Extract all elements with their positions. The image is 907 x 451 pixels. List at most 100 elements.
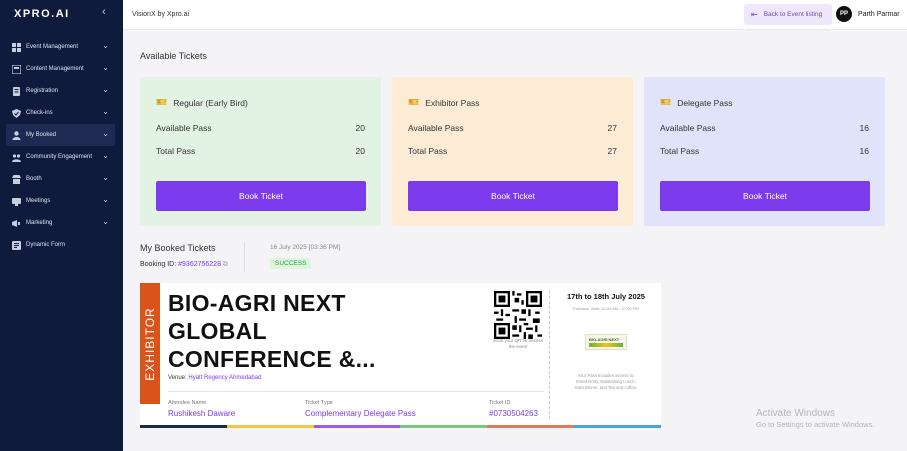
ticket-icon: 🎫 [408, 97, 420, 107]
logout-icon: ⇤ [751, 10, 758, 19]
chevron-down-icon: ⌄ [102, 85, 109, 94]
available-row: Available Pass 20 [156, 123, 365, 133]
total-label: Total Pass [660, 146, 700, 156]
card-title: Exhibitor Pass [425, 97, 480, 108]
chevron-down-icon: ⌄ [102, 129, 109, 138]
venue: Venue: Hyatt Regency Ahmedabad [168, 375, 261, 381]
qr-code [494, 291, 542, 339]
chevron-down-icon: ⌄ [102, 63, 109, 72]
ticket-id-value: #0730504263 [489, 409, 538, 418]
entrance-valid: Entrance Valid: 10:00 AM - 07:00 PM [573, 306, 639, 311]
sidebar-item-registration[interactable]: Registration ⌄ [0, 80, 123, 102]
total-count: 27 [607, 146, 617, 156]
chevron-down-icon: ⌄ [102, 41, 109, 50]
total-label: Total Pass [408, 146, 448, 156]
my-booked-tickets-title: My Booked Tickets [140, 243, 216, 253]
available-label: Available Pass [660, 123, 716, 133]
booth-icon [12, 174, 21, 184]
content-icon [12, 64, 21, 74]
event-logo-text: BIO-AGRI NEXT [589, 337, 620, 342]
card-title: Regular (Early Bird) [173, 97, 248, 108]
available-count: 16 [859, 123, 869, 133]
event-name-line: BIO-AGRI NEXT [168, 290, 346, 316]
event-name-line: GLOBAL [168, 318, 267, 344]
color-stripe [140, 425, 661, 428]
app-logo: XPRO.AI [14, 8, 70, 20]
available-row: Available Pass 16 [660, 123, 869, 133]
available-count: 20 [355, 123, 365, 133]
booking-id: Booking ID: #9362756228 ⧉ [140, 261, 228, 269]
pass-description: Your Pass includes access to: Event Entr… [574, 373, 638, 390]
sidebar-item-label: Check-ins [26, 110, 53, 116]
booking-date: 16 July 2025 [03:36 PM] [270, 244, 341, 251]
ticket-icon: 🎫 [660, 97, 672, 107]
megaphone-icon [12, 219, 21, 228]
chevron-left-icon[interactable]: ‹ [102, 6, 106, 18]
sidebar-nav: Event Management ⌄ Content Management ⌄ … [0, 36, 123, 256]
available-row: Available Pass 27 [408, 123, 617, 133]
status-badge: SUCCESS [270, 258, 312, 269]
book-ticket-button[interactable]: Book Ticket [660, 181, 870, 211]
chevron-down-icon: ⌄ [102, 151, 109, 160]
ticket-icon: 🎫 [156, 97, 168, 107]
chevron-down-icon: ⌄ [102, 195, 109, 204]
divider [244, 242, 245, 272]
sidebar-item-label: My Booked [26, 132, 57, 138]
total-row: Total Pass 16 [660, 146, 869, 156]
ticket-type-tag: EXHIBITOR [140, 283, 160, 404]
sidebar-item-label: Community Engagement [26, 154, 93, 160]
sidebar-item-label: Marketing [26, 220, 53, 226]
total-count: 16 [859, 146, 869, 156]
venue-value: Hyatt Regency Ahmedabad [188, 375, 262, 381]
ticket-card-delegate: 🎫 Delegate Pass Available Pass 16 Total Pa… [644, 77, 885, 226]
sidebar-item-marketing[interactable]: Marketing ⌄ [0, 212, 123, 234]
card-title: Delegate Pass [677, 97, 733, 108]
community-icon [12, 153, 21, 162]
ticket-type-label: Ticket Type [305, 400, 333, 406]
sidebar-item-my-booked[interactable]: My Booked ⌄ [6, 124, 115, 146]
sidebar-item-meetings[interactable]: Meetings ⌄ [0, 190, 123, 212]
sidebar-item-dynamic-form[interactable]: Dynamic Form [0, 234, 123, 256]
sidebar-item-label: Content Management [26, 66, 84, 72]
sidebar-item-community-engagement[interactable]: Community Engagement ⌄ [0, 146, 123, 168]
ticket-card-regular: 🎫 Regular (Early Bird) Available Pass 20 T… [140, 77, 381, 226]
user-name[interactable]: Parth Parmar [858, 11, 900, 18]
sidebar-item-label: Event Management [26, 44, 79, 50]
activate-windows-title: Activate Windows [756, 408, 835, 419]
avatar[interactable]: PP [836, 6, 852, 22]
booking-id-label: Booking ID: [140, 261, 177, 268]
book-ticket-button[interactable]: Book Ticket [408, 181, 618, 211]
sidebar-item-label: Meetings [26, 198, 51, 204]
activate-windows-subtitle: Go to Settings to activate Windows. [756, 420, 875, 429]
available-tickets-title: Available Tickets [140, 51, 207, 61]
event-dates: 17th to 18th July 2025 [567, 292, 645, 301]
ticket-type-value: Complementary Delegate Pass [305, 409, 416, 418]
booking-id-value: #9362756228 [178, 261, 221, 268]
meetings-icon [12, 197, 21, 206]
registration-icon [12, 86, 21, 96]
attendee-name: Rushikesh Daware [168, 409, 236, 418]
venue-label: Venue: [168, 375, 187, 381]
sidebar: XPRO.AI ‹ Event Management ⌄ Content Man… [0, 0, 123, 451]
top-bar: VisionX by Xpro.ai ⇤ Back to Event listi… [123, 0, 907, 30]
chevron-down-icon: ⌄ [102, 107, 109, 116]
back-to-event-listing-button[interactable]: ⇤ Back to Event listing [744, 4, 832, 25]
dashboard-icon [12, 42, 21, 52]
sidebar-item-label: Registration [26, 88, 59, 94]
ticket-type-tag-label: EXHIBITOR [143, 306, 157, 381]
book-ticket-button[interactable]: Book Ticket [156, 181, 366, 211]
sidebar-item-content-management[interactable]: Content Management ⌄ [0, 58, 123, 80]
qr-caption: Scan your QR for access the event [492, 338, 544, 349]
ticket-card-exhibitor: 🎫 Exhibitor Pass Available Pass 27 Total P… [392, 77, 633, 226]
total-row: Total Pass 20 [156, 146, 365, 156]
total-count: 20 [355, 146, 365, 156]
divider [168, 391, 544, 392]
sidebar-item-label: Booth [26, 176, 42, 182]
sidebar-item-check-ins[interactable]: Check-ins ⌄ [0, 102, 123, 124]
event-logo: BIO-AGRI NEXT [585, 334, 627, 350]
sidebar-item-event-management[interactable]: Event Management ⌄ [0, 36, 123, 58]
copy-icon[interactable]: ⧉ [223, 261, 228, 268]
sidebar-item-booth[interactable]: Booth ⌄ [0, 168, 123, 190]
total-row: Total Pass 27 [408, 146, 617, 156]
available-count: 27 [607, 123, 617, 133]
